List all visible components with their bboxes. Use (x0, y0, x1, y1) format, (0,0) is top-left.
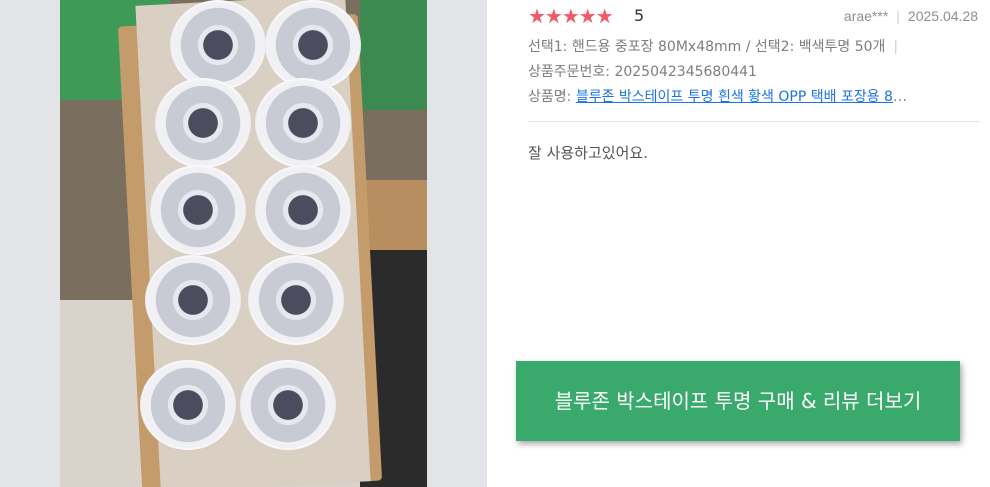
tape-roll (145, 255, 241, 345)
star-rating-icon: ★★★★★ (528, 4, 614, 28)
buy-and-more-reviews-button[interactable]: 블루존 박스테이프 투명 구매 & 리뷰 더보기 (516, 361, 960, 441)
rating-value: 5 (634, 6, 645, 25)
option-info: 선택1: 핸드용 중포장 80Mx48mm / 선택2: 백색투명 50개 | (528, 37, 898, 57)
meta-divider: | (896, 8, 900, 24)
tape-roll (155, 78, 251, 168)
tape-roll (255, 78, 351, 168)
order-number: 상품주문번호: 2025042345680441 (528, 64, 757, 80)
divider (528, 121, 980, 122)
tape-roll (248, 255, 344, 345)
reviewer-id: arae*** (843, 8, 889, 24)
tape-roll (170, 0, 266, 90)
product-link[interactable]: 블루존 박스테이프 투명 흰색 황색 OPP 택배 포장용 8 (576, 89, 893, 105)
review-date: 2025.04.28 (907, 8, 978, 24)
tape-roll (265, 0, 361, 90)
review-meta: arae*** | 2025.04.28 (844, 6, 978, 26)
product-label: 상품명: (528, 89, 576, 105)
option-separator: | (893, 39, 899, 55)
review-photo[interactable] (60, 0, 427, 487)
tape-roll (255, 165, 351, 255)
tape-roll (150, 165, 246, 255)
tape-roll (240, 360, 336, 450)
product-name: 상품명: 블루존 박스테이프 투명 흰색 황색 OPP 택배 포장용 8… (528, 89, 907, 105)
option-text: 선택1: 핸드용 중포장 80Mx48mm / 선택2: 백색투명 50개 (528, 39, 886, 55)
review-content: 잘 사용하고있어요. (528, 144, 648, 162)
tape-roll (140, 360, 236, 450)
